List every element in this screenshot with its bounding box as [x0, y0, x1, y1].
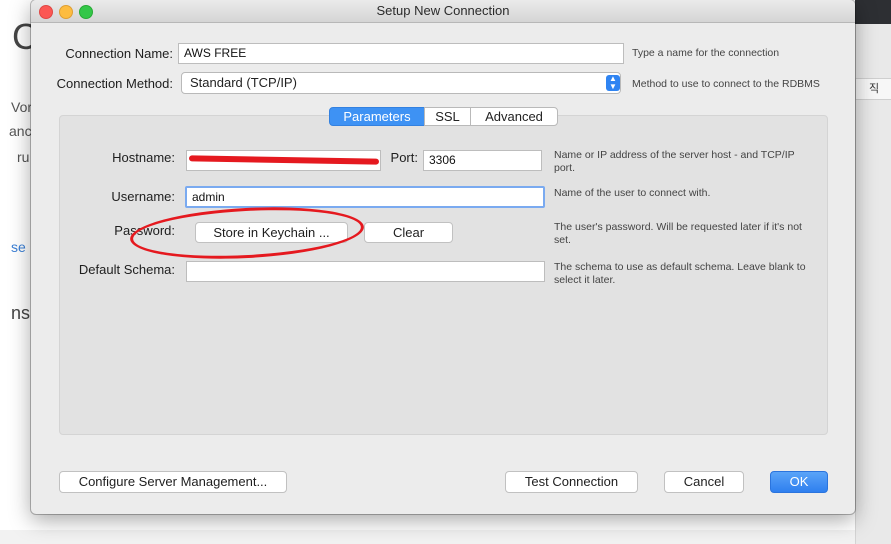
- tab-ssl[interactable]: SSL: [424, 107, 471, 126]
- connection-method-label: Connection Method:: [56, 76, 173, 91]
- hostname-hint: Name or IP address of the server host - …: [554, 149, 795, 174]
- background-link-fragment[interactable]: se: [11, 239, 26, 255]
- connection-name-input[interactable]: AWS FREE: [178, 43, 624, 64]
- hostname-label: Hostname:: [112, 150, 175, 165]
- cancel-button[interactable]: Cancel: [664, 471, 744, 493]
- ok-button[interactable]: OK: [770, 471, 828, 493]
- connection-name-hint: Type a name for the connection: [632, 47, 780, 59]
- background-text-fragment: ru: [17, 149, 30, 165]
- background-text-fragment: Vor: [11, 99, 33, 115]
- setup-connection-dialog: Setup New Connection Connection Name: AW…: [31, 0, 855, 514]
- background-column-header: 직: [855, 78, 891, 100]
- port-input[interactable]: 3306: [423, 150, 542, 171]
- connection-method-hint: Method to use to connect to the RDBMS: [632, 78, 820, 90]
- background-text-fragment: ns: [11, 303, 31, 323]
- hostname-input[interactable]: [186, 150, 381, 171]
- configure-server-management-button[interactable]: Configure Server Management...: [59, 471, 287, 493]
- port-label: Port:: [390, 150, 418, 165]
- default-schema-label: Default Schema:: [78, 262, 175, 277]
- username-label: Username:: [111, 189, 175, 204]
- connection-method-select[interactable]: Standard (TCP/IP) ▲ ▼: [181, 72, 621, 94]
- clear-password-button[interactable]: Clear: [364, 222, 453, 243]
- default-schema-hint: The schema to use as default schema. Lea…: [554, 261, 806, 286]
- username-hint: Name of the user to connect with.: [554, 187, 711, 199]
- background-right-toolbar: [855, 0, 891, 24]
- password-hint: The user's password. Will be requested l…: [554, 221, 802, 246]
- test-connection-button[interactable]: Test Connection: [505, 471, 638, 493]
- connection-method-value: Standard (TCP/IP): [190, 75, 297, 90]
- background-text-fragment: anc: [9, 123, 32, 139]
- tab-parameters[interactable]: Parameters: [329, 107, 425, 126]
- default-schema-input[interactable]: [186, 261, 545, 282]
- redaction-scribble: [188, 155, 380, 165]
- dialog-title: Setup New Connection: [376, 3, 510, 18]
- tab-advanced[interactable]: Advanced: [470, 107, 558, 126]
- username-input[interactable]: admin: [185, 186, 545, 208]
- connection-name-label: Connection Name:: [65, 46, 173, 61]
- chevron-up-down-icon: ▲ ▼: [606, 75, 620, 91]
